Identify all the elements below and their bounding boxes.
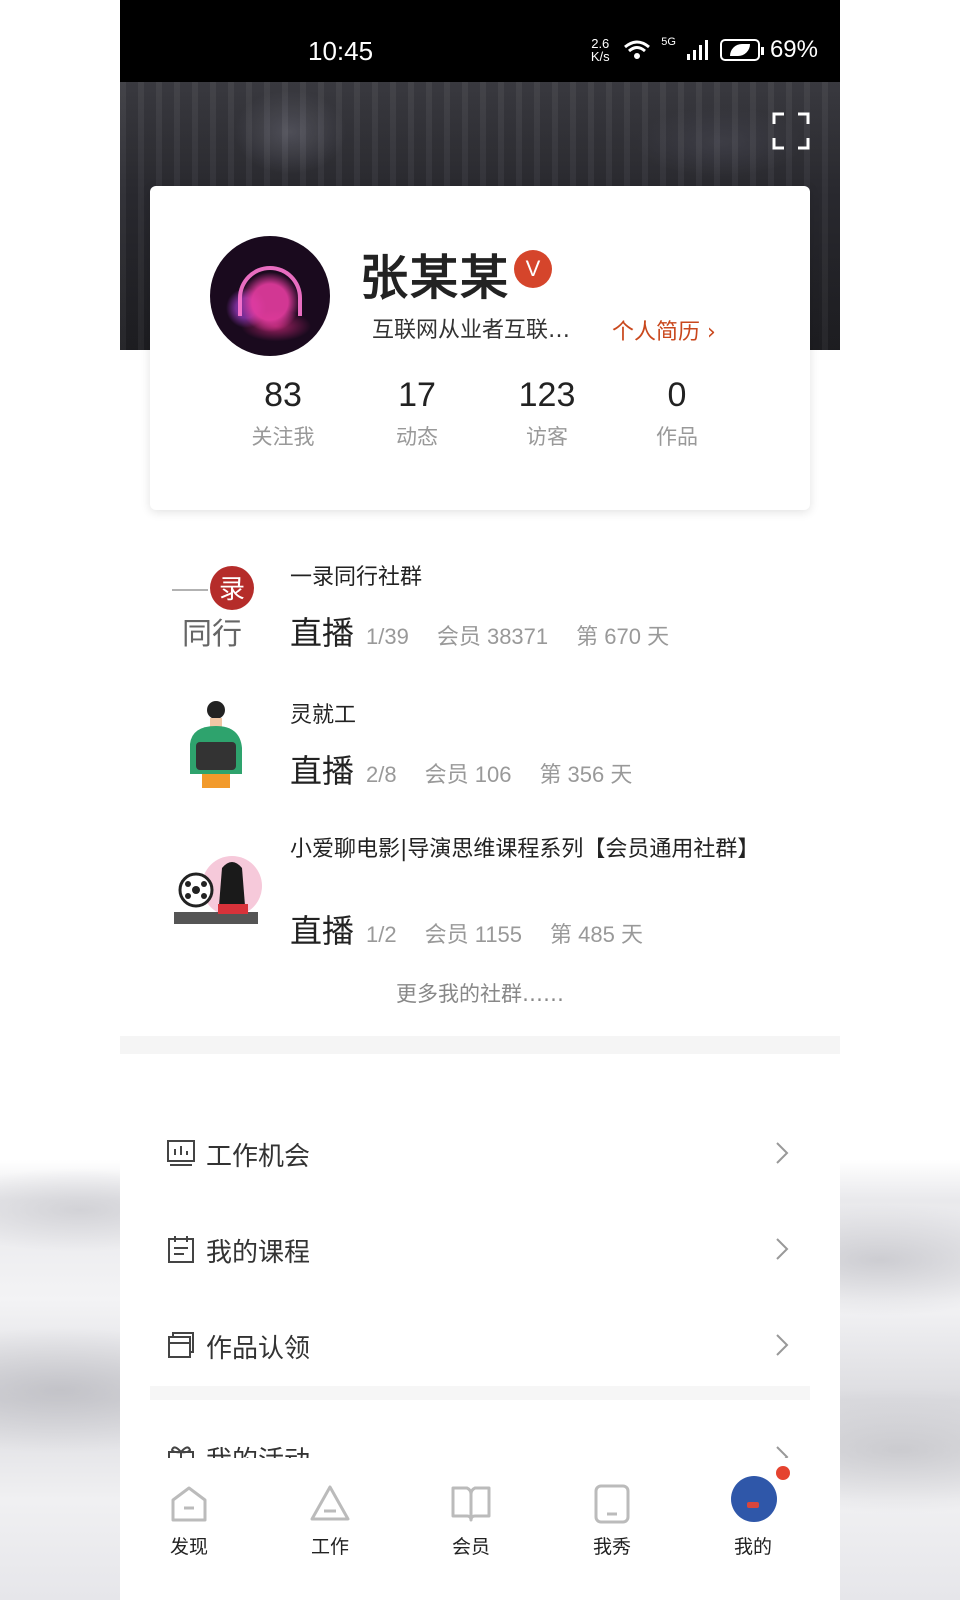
tab-discover[interactable]: 发现 (134, 1458, 244, 1578)
profile-stats: 83 关注我 17 动态 123 访客 0 作品 (150, 376, 810, 486)
group-item[interactable]: 灵就工 直播 2/8 会员 106 第 356 天 (120, 696, 840, 806)
tab-label: 我秀 (592, 1536, 631, 1558)
app-screen: 10:45 2.6 K/s 5G 69% 张某某 V 互联网从业者互联… 个人简… (120, 0, 840, 1600)
tab-label: 发现 (169, 1536, 208, 1558)
profile-name: 张某某 (360, 250, 511, 306)
menu-item-jobs[interactable]: 工作机会 (120, 1106, 840, 1202)
group-members: 会员 1155 (424, 922, 523, 947)
menu-label: 工作机会 (206, 1142, 311, 1172)
group-live-count: 2/8 (366, 762, 397, 787)
bottom-tab-bar: 发现 工作 会员 我秀 我的 (120, 1458, 840, 1600)
stat-visitors[interactable]: 123 访客 (482, 376, 612, 451)
group-live-count: 1/39 (366, 624, 409, 649)
group-live-count: 1/2 (366, 922, 397, 947)
more-groups-link[interactable]: 更多我的社群…… (120, 978, 840, 1008)
chart-board-icon (167, 1140, 195, 1166)
menu-item-courses[interactable]: 我的课程 (120, 1202, 840, 1298)
network-speed: 2.6 K/s (587, 37, 613, 63)
battery-icon (719, 39, 764, 61)
profile-bio: 互联网从业者互联… (372, 318, 571, 343)
stat-label: 作品 (656, 425, 698, 449)
section-divider (120, 1036, 840, 1054)
group-title: 小爱聊电影|导演思维课程系列【会员通用社群】 (290, 837, 760, 862)
cards-icon (168, 1332, 194, 1358)
tab-work[interactable]: 工作 (275, 1458, 385, 1578)
profile-card: 张某某 V 互联网从业者互联… 个人简历 › 83 关注我 17 动态 123 … (150, 186, 810, 510)
group-meta: 直播 2/8 会员 106 第 356 天 (290, 746, 660, 792)
group-logo-person (190, 701, 242, 788)
group-live-label: 直播 (290, 752, 355, 790)
scan-icon[interactable] (772, 112, 810, 150)
phone-icon (594, 1484, 630, 1524)
stat-value: 123 (518, 376, 576, 414)
group-days: 第 356 天 (539, 762, 633, 787)
battery-percent: 69% (769, 36, 818, 63)
group-live-label: 直播 (290, 614, 355, 652)
group-logo-yilu: 录 同行 (172, 566, 254, 652)
tab-label: 工作 (310, 1536, 349, 1558)
home-icon (171, 1486, 207, 1522)
group-members: 会员 106 (424, 762, 512, 787)
group-members: 会员 38371 (436, 624, 549, 649)
section-divider (150, 1386, 810, 1400)
tab-me[interactable]: 我的 (698, 1458, 808, 1578)
stat-posts[interactable]: 17 动态 (352, 376, 482, 451)
status-bar: 10:45 2.6 K/s 5G 69% (120, 0, 840, 82)
tab-show[interactable]: 我秀 (557, 1458, 667, 1578)
network-type: 5G (661, 36, 676, 48)
tab-member[interactable]: 会员 (416, 1458, 526, 1578)
book-icon (451, 1486, 491, 1522)
stat-label: 动态 (396, 425, 438, 449)
triangle-icon (310, 1485, 350, 1521)
group-live-label: 直播 (290, 912, 355, 950)
notification-dot (776, 1466, 790, 1480)
menu-label: 我的课程 (206, 1238, 311, 1268)
stat-works[interactable]: 0 作品 (612, 376, 742, 451)
stat-value: 83 (264, 376, 302, 414)
group-title: 灵就工 (290, 703, 357, 728)
chevron-right-icon (776, 1142, 789, 1164)
stat-label: 访客 (526, 425, 568, 449)
chevron-right-icon (776, 1238, 789, 1260)
group-meta: 直播 1/39 会员 38371 第 670 天 (290, 608, 697, 654)
stat-followers[interactable]: 83 关注我 (218, 376, 348, 451)
group-logo-text-bottom: 同行 (182, 617, 242, 652)
tab-label: 我的 (733, 1536, 772, 1558)
stat-label: 关注我 (251, 425, 315, 449)
menu-item-works-claim[interactable]: 作品认领 (120, 1298, 840, 1394)
group-item[interactable]: 小爱聊电影|导演思维课程系列【会员通用社群】 直播 1/2 会员 1155 第 … (120, 832, 840, 972)
menu-label: 作品认领 (206, 1334, 311, 1364)
group-logo-film (174, 856, 262, 924)
calendar-icon (168, 1236, 194, 1263)
stat-value: 17 (398, 376, 436, 414)
group-days: 第 670 天 (576, 624, 670, 649)
group-days: 第 485 天 (550, 922, 643, 947)
stat-value: 0 (667, 376, 687, 414)
verified-badge: V (514, 250, 552, 288)
group-logo-text-top: 录 (219, 575, 245, 605)
resume-link[interactable]: 个人简历 › (612, 314, 716, 346)
group-meta: 直播 1/2 会员 1155 第 485 天 (290, 906, 671, 952)
chevron-right-icon (776, 1334, 789, 1356)
avatar-icon (731, 1476, 777, 1522)
group-item[interactable]: 录 同行 一录同行社群 直播 1/39 会员 38371 第 670 天 (120, 558, 840, 668)
tab-label: 会员 (451, 1536, 490, 1558)
status-icons: 2.6 K/s 5G 69% (587, 36, 818, 64)
network-speed-unit: K/s (590, 49, 610, 64)
wifi-icon (624, 40, 651, 59)
avatar[interactable] (210, 236, 330, 356)
group-title: 一录同行社群 (290, 565, 423, 590)
status-time: 10:45 (308, 36, 374, 66)
signal-icon (686, 40, 708, 60)
